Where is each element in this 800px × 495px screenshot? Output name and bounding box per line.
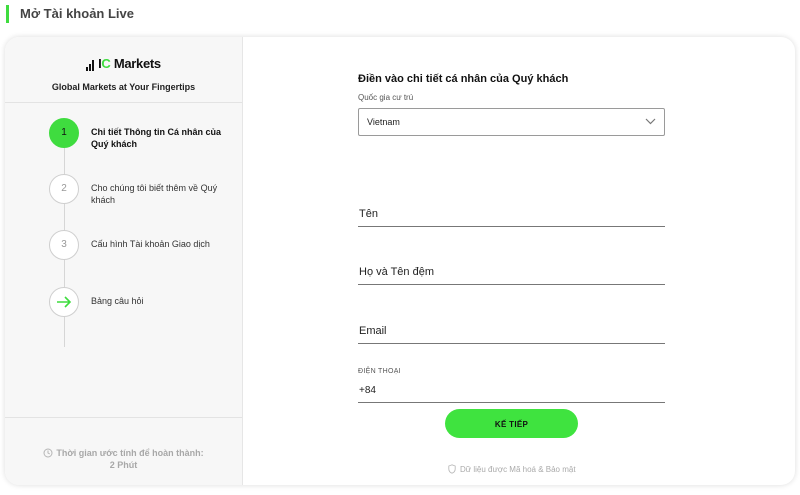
first-name-placeholder: Tên	[359, 208, 378, 220]
email-field[interactable]: Email	[358, 323, 665, 344]
step-3-label: Cấu hình Tài khoản Giao dịch	[91, 239, 210, 249]
step-1-label: Chi tiết Thông tin Cá nhân của Quý khách	[91, 127, 221, 149]
account-form-card: IC Markets Global Markets at Your Finger…	[5, 37, 795, 485]
step-2-circle: 2	[49, 174, 79, 204]
step-4-label: Bảng câu hỏi	[91, 296, 144, 306]
country-label: Quốc gia cư trú	[358, 93, 414, 102]
last-name-field[interactable]: Họ và Tên đệm	[358, 264, 665, 285]
arrow-right-icon	[57, 296, 72, 308]
secure-note: Dữ liệu được Mã hoá & Bảo mật	[448, 464, 576, 474]
country-select-value: Vietnam	[367, 117, 400, 127]
last-name-placeholder: Họ và Tên đệm	[359, 266, 435, 278]
first-name-field[interactable]: Tên	[358, 206, 665, 227]
phone-field[interactable]: +84	[358, 382, 665, 403]
step-4-circle	[49, 287, 79, 317]
chevron-down-icon	[645, 118, 656, 125]
time-estimate: Thời gian ước tính để hoàn thành: 2 Phút	[5, 447, 242, 471]
clock-icon	[43, 448, 53, 458]
step-2-label: Cho chúng tôi biết thêm về Quý khách	[91, 183, 218, 205]
step-3-circle: 3	[49, 230, 79, 260]
page-title: Mở Tài khoản Live	[6, 5, 134, 23]
phone-label: ĐIỆN THOẠI	[358, 368, 401, 375]
shield-icon	[448, 464, 456, 474]
step-1-circle: 1	[49, 118, 79, 148]
ic-markets-logo: IC Markets	[86, 55, 161, 71]
personal-details-form: Điền vào chi tiết cá nhân của Quý khách …	[358, 73, 665, 403]
time-estimate-label: Thời gian ước tính để hoàn thành:	[56, 448, 204, 458]
logo-text-markets: Markets	[110, 56, 161, 71]
progress-sidebar: IC Markets Global Markets at Your Finger…	[5, 37, 243, 485]
next-button[interactable]: KẾ TIẾP	[445, 409, 578, 438]
sidebar-divider	[5, 102, 242, 103]
form-title: Điền vào chi tiết cá nhân của Quý khách	[358, 73, 569, 85]
logo-bars-icon	[86, 59, 95, 71]
phone-prefix: +84	[359, 385, 376, 396]
secure-note-text: Dữ liệu được Mã hoá & Bảo mật	[460, 465, 576, 474]
time-estimate-value: 2 Phút	[109, 460, 138, 470]
country-select[interactable]: Vietnam	[358, 108, 665, 136]
email-placeholder: Email	[359, 325, 387, 337]
brand: IC Markets Global Markets at Your Finger…	[5, 55, 242, 93]
brand-tagline: Global Markets at Your Fingertips	[51, 82, 196, 92]
sidebar-divider-bottom	[5, 417, 242, 418]
logo-text-c: C	[101, 56, 111, 71]
